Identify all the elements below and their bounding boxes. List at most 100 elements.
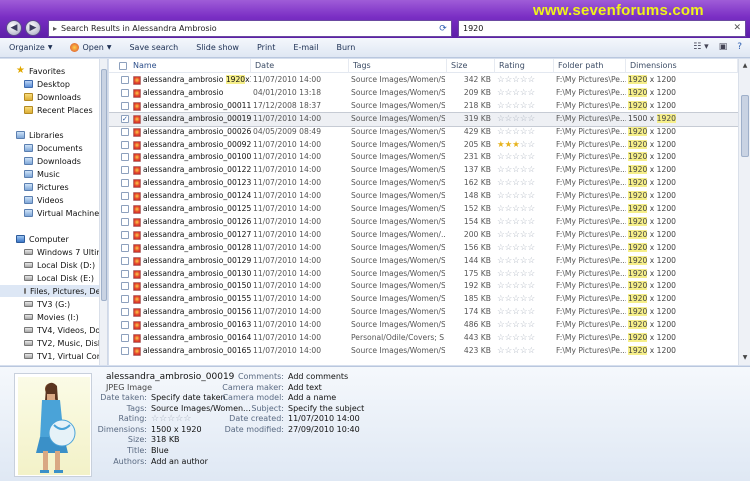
rating-stars[interactable]: ☆☆☆☆☆ (497, 164, 553, 177)
file-name[interactable]: alessandra_ambrosio_00011 (143, 100, 251, 113)
star-icon[interactable]: ☆ (512, 307, 520, 317)
nav-music[interactable]: Music (24, 168, 60, 180)
row-checkbox[interactable] (121, 205, 129, 213)
column-name[interactable]: Name (129, 59, 251, 73)
row-checkbox[interactable] (121, 256, 129, 265)
file-row[interactable]: alessandra_ambrosio_00150 11/07/2010 14:0… (109, 280, 738, 293)
nav-drive[interactable]: TV3 (G:) (24, 298, 70, 310)
rating-stars[interactable]: ★★★☆☆ (497, 139, 553, 152)
star-icon[interactable]: ☆ (528, 88, 536, 98)
star-icon[interactable]: ☆ (520, 101, 528, 111)
column-date[interactable]: Date (251, 59, 349, 73)
rating-stars[interactable]: ☆☆☆☆☆ (497, 87, 553, 100)
rating-stars[interactable]: ☆☆☆☆☆ (497, 203, 553, 216)
nav-lib-downloads[interactable]: Downloads (24, 155, 81, 167)
column-folder-path[interactable]: Folder path (554, 59, 626, 73)
file-name[interactable]: alessandra_ambrosio_00129 (143, 255, 251, 268)
list-scroll-thumb[interactable] (741, 95, 749, 157)
address-chevron-icon[interactable]: ▸ (53, 24, 57, 33)
detail-value[interactable]: Add a name (288, 393, 336, 402)
forward-button[interactable]: ▶ (25, 20, 41, 36)
file-row[interactable]: alessandra_ambrosio_00129 11/07/2010 14:0… (109, 255, 738, 268)
column-tags[interactable]: Tags (349, 59, 447, 73)
clear-search-icon[interactable]: ✕ (733, 23, 741, 33)
star-icon[interactable]: ☆ (520, 127, 528, 137)
views-icon[interactable]: ☷ ▾ (693, 42, 708, 52)
detail-value[interactable]: 27/09/2010 10:40 (288, 425, 360, 434)
file-row[interactable]: alessandra_ambrosio_00127 11/07/2010 14:0… (109, 229, 738, 242)
star-icon[interactable]: ☆ (520, 333, 528, 343)
file-name[interactable]: alessandra_ambrosio_00130 (143, 268, 251, 281)
row-checkbox[interactable] (121, 88, 129, 97)
rating-stars[interactable]: ☆☆☆☆☆ (497, 100, 553, 113)
file-name[interactable]: alessandra_ambrosio_00127 (143, 229, 251, 242)
star-icon[interactable]: ☆ (512, 191, 520, 201)
star-icon[interactable]: ☆ (512, 230, 520, 240)
star-icon[interactable]: ☆ (512, 178, 520, 188)
star-icon[interactable]: ☆ (528, 204, 536, 214)
file-row[interactable]: alessandra_ambrosio_00122 11/07/2010 14:0… (109, 164, 738, 177)
nav-drive[interactable]: TV1, Virtual Compu (24, 350, 107, 362)
star-icon[interactable]: ☆ (512, 256, 520, 266)
open-button[interactable]: Open ▼ (61, 43, 120, 52)
email-button[interactable]: E-mail (284, 43, 327, 52)
star-icon[interactable]: ☆ (497, 294, 505, 304)
star-icon[interactable]: ☆ (497, 75, 505, 85)
row-checkbox[interactable] (121, 127, 129, 136)
star-icon[interactable]: ☆ (497, 346, 505, 356)
file-row[interactable]: alessandra_ambrosio_00011 17/12/2008 18:3… (109, 100, 738, 113)
rating-stars[interactable]: ☆☆☆☆☆ (497, 216, 553, 229)
star-icon[interactable]: ☆ (512, 243, 520, 253)
detail-value[interactable]: Add comments (288, 372, 348, 381)
detail-value[interactable]: Add text (288, 383, 322, 392)
star-icon[interactable]: ☆ (497, 178, 505, 188)
star-icon[interactable]: ☆ (520, 269, 528, 279)
star-icon[interactable]: ☆ (497, 88, 505, 98)
star-icon[interactable]: ☆ (528, 114, 536, 124)
file-row[interactable]: ✓ alessandra_ambrosio_00019 11/07/2010 14:… (109, 111, 738, 127)
rating-stars[interactable]: ☆☆☆☆☆ (497, 332, 553, 345)
star-icon[interactable]: ☆ (512, 127, 520, 137)
star-icon[interactable]: ☆ (512, 88, 520, 98)
star-icon[interactable]: ☆ (512, 217, 520, 227)
file-name[interactable]: alessandra_ambrosio 1920x1200 (143, 74, 251, 87)
rating-stars[interactable]: ☆☆☆☆☆ (497, 113, 553, 126)
nav-downloads[interactable]: Downloads (24, 91, 81, 103)
file-name[interactable]: alessandra_ambrosio_00164 (143, 332, 251, 345)
nav-drive[interactable]: Local Disk (D:) (24, 259, 95, 271)
row-checkbox[interactable] (121, 179, 129, 188)
nav-pictures[interactable]: Pictures (24, 181, 69, 193)
rating-stars[interactable]: ☆☆☆☆☆ (497, 280, 553, 293)
row-checkbox[interactable] (121, 76, 129, 84)
star-icon[interactable]: ☆ (512, 281, 520, 291)
file-name[interactable]: alessandra_ambrosio_00026 (143, 126, 251, 139)
nav-drive[interactable]: TV4, Videos, Downl (24, 324, 107, 336)
nav-scroll-thumb[interactable] (101, 69, 107, 301)
row-checkbox[interactable] (121, 282, 129, 291)
star-icon[interactable]: ☆ (497, 127, 505, 137)
rating-stars[interactable]: ☆☆☆☆☆ (497, 177, 553, 190)
file-name[interactable]: alessandra_ambrosio_00125 (143, 203, 251, 216)
rating-stars[interactable]: ☆☆☆☆☆ (497, 255, 553, 268)
star-icon[interactable]: ☆ (528, 346, 536, 356)
nav-recent-places[interactable]: Recent Places (24, 104, 93, 116)
star-icon[interactable]: ☆ (520, 165, 528, 175)
star-icon[interactable]: ☆ (497, 191, 505, 201)
file-row[interactable]: alessandra_ambrosio_00124 11/07/2010 14:0… (109, 190, 738, 203)
detail-value[interactable]: 1500 x 1920 (151, 425, 202, 434)
row-checkbox[interactable] (121, 166, 129, 175)
file-row[interactable]: alessandra_ambrosio_00165 11/07/2010 14:0… (109, 345, 738, 358)
nav-computer[interactable]: Computer (16, 233, 69, 245)
star-icon[interactable]: ☆ (497, 281, 505, 291)
save-search-button[interactable]: Save search (120, 43, 187, 52)
star-icon[interactable]: ☆ (497, 307, 505, 317)
star-icon[interactable]: ☆ (497, 333, 505, 343)
star-icon[interactable]: ☆ (520, 294, 528, 304)
nav-drive[interactable]: Movies (I:) (24, 311, 79, 323)
list-scrollbar[interactable]: ▲ ▼ (738, 59, 750, 365)
star-icon[interactable]: ☆ (512, 333, 520, 343)
star-icon[interactable]: ☆ (497, 269, 505, 279)
star-icon[interactable]: ☆ (520, 88, 528, 98)
star-icon[interactable]: ☆ (528, 294, 536, 304)
scroll-up-icon[interactable]: ▲ (740, 61, 750, 71)
